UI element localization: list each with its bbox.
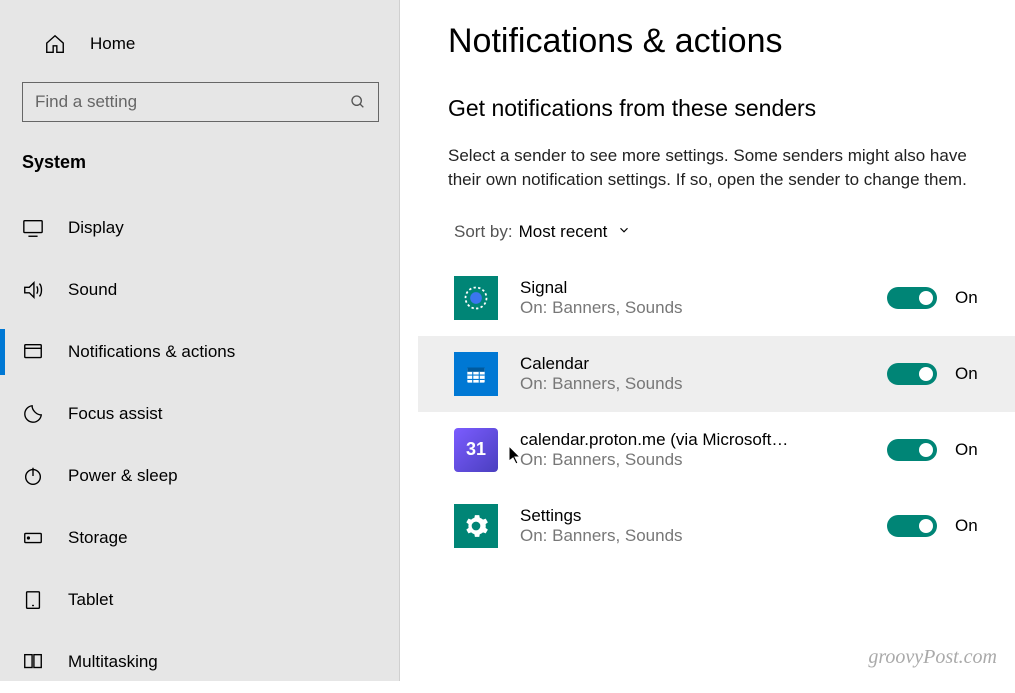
sender-row-calendar[interactable]: Calendar On: Banners, Sounds On [418,336,1015,412]
sender-sub: On: Banners, Sounds [520,298,887,318]
focus-assist-icon [22,403,50,425]
page-title: Notifications & actions [448,22,985,61]
sender-row-signal[interactable]: Signal On: Banners, Sounds On [418,260,1015,336]
display-icon [22,217,50,239]
settings-sidebar: Home System Display Sound Notifications … [0,0,400,681]
sidebar-item-label: Sound [68,280,117,300]
sender-name: Calendar [520,354,790,374]
search-icon [350,94,366,110]
sidebar-item-power-sleep[interactable]: Power & sleep [0,445,399,507]
section-description: Select a sender to see more settings. So… [448,144,985,192]
sidebar-item-label: Focus assist [68,404,162,424]
sender-toggle[interactable] [887,287,937,309]
search-input-container[interactable] [22,82,379,122]
sort-by-value: Most recent [519,222,608,242]
sender-sub: On: Banners, Sounds [520,450,887,470]
sound-icon [22,279,50,301]
sidebar-item-sound[interactable]: Sound [0,259,399,321]
sender-name: Signal [520,278,790,298]
sender-toggle-label: On [955,440,985,460]
sender-toggle-label: On [955,364,985,384]
proton-calendar-app-icon: 31 [454,428,498,472]
tablet-icon [22,589,50,611]
multitasking-icon [22,651,50,673]
sender-toggle[interactable] [887,363,937,385]
content-panel: Notifications & actions Get notification… [400,0,1015,681]
sender-row-settings[interactable]: Settings On: Banners, Sounds On [418,488,1015,564]
sender-sub: On: Banners, Sounds [520,374,887,394]
sidebar-item-label: Storage [68,528,128,548]
sidebar-item-label: Tablet [68,590,113,610]
home-label: Home [90,34,135,54]
sender-name: calendar.proton.me (via Microsoft… [520,430,790,450]
sender-row-proton-calendar[interactable]: 31 calendar.proton.me (via Microsoft… On… [418,412,1015,488]
storage-icon [22,527,50,549]
sender-toggle[interactable] [887,515,937,537]
sidebar-item-label: Notifications & actions [68,342,235,362]
power-icon [22,465,50,487]
sidebar-item-label: Multitasking [68,652,158,672]
sender-name: Settings [520,506,790,526]
sidebar-item-tablet[interactable]: Tablet [0,569,399,631]
home-button[interactable]: Home [0,18,399,70]
sort-by-dropdown[interactable]: Most recent [519,222,632,242]
sidebar-category-label: System [0,140,399,197]
calendar-app-icon [454,352,498,396]
sender-toggle[interactable] [887,439,937,461]
sender-toggle-label: On [955,288,985,308]
sidebar-item-label: Power & sleep [68,466,178,486]
sender-toggle-label: On [955,516,985,536]
watermark: groovyPost.com [868,646,997,669]
sidebar-item-multitasking[interactable]: Multitasking [0,631,399,693]
sidebar-item-display[interactable]: Display [0,197,399,259]
signal-app-icon [454,276,498,320]
sidebar-item-label: Display [68,218,124,238]
notifications-icon [22,341,50,363]
sidebar-item-storage[interactable]: Storage [0,507,399,569]
sender-sub: On: Banners, Sounds [520,526,887,546]
sidebar-item-notifications[interactable]: Notifications & actions [0,321,399,383]
search-input[interactable] [35,92,350,112]
sort-by-label: Sort by: [454,222,513,242]
home-icon [44,33,72,55]
section-title: Get notifications from these senders [448,95,985,122]
settings-app-icon [454,504,498,548]
chevron-down-icon [617,222,631,242]
sidebar-item-focus-assist[interactable]: Focus assist [0,383,399,445]
